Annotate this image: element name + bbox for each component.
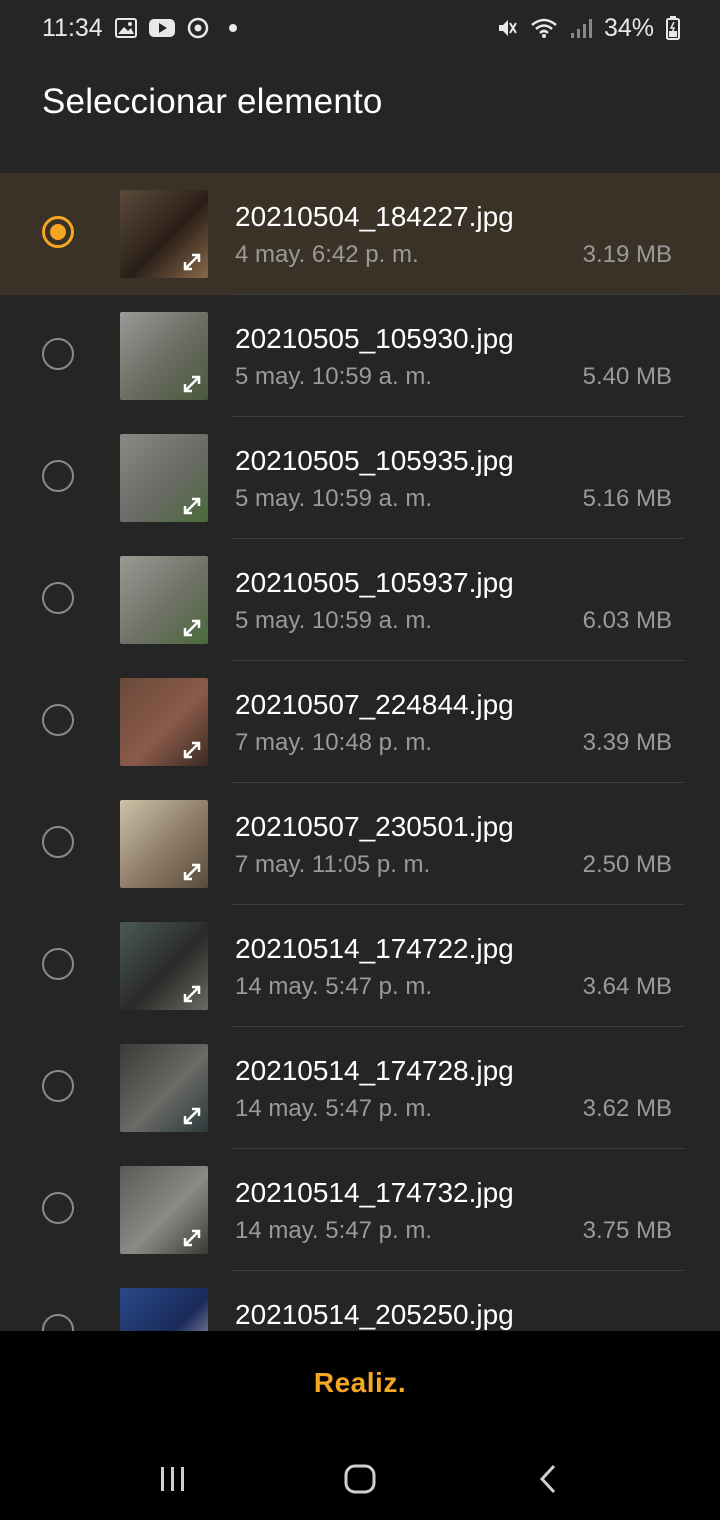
radio-button[interactable] bbox=[42, 216, 74, 248]
list-item[interactable]: 20210504_184227.jpg 4 may. 6:42 p. m. 3.… bbox=[0, 173, 720, 295]
file-name: 20210505_105935.jpg bbox=[235, 445, 514, 476]
image-thumbnail[interactable] bbox=[120, 922, 208, 1010]
radio-button[interactable] bbox=[42, 338, 74, 370]
file-name: 20210514_174728.jpg bbox=[235, 1055, 514, 1086]
list-item[interactable]: 20210514_205250.jpg bbox=[0, 1271, 720, 1331]
list-item[interactable]: 20210507_230501.jpg 7 may. 11:05 p. m. 2… bbox=[0, 783, 720, 905]
expand-icon[interactable] bbox=[180, 372, 204, 396]
navigation-bar bbox=[0, 1435, 720, 1520]
file-size: 3.39 MB bbox=[582, 729, 672, 756]
image-thumbnail[interactable] bbox=[120, 678, 208, 766]
radio-button[interactable] bbox=[42, 948, 74, 980]
file-size: 6.03 MB bbox=[582, 607, 672, 634]
notification-dot bbox=[228, 24, 237, 32]
file-date: 7 may. 11:05 p. m. bbox=[235, 851, 431, 878]
radio-button[interactable] bbox=[42, 1314, 74, 1331]
file-date: 14 may. 5:47 p. m. bbox=[235, 1217, 432, 1244]
list-item[interactable]: 20210505_105935.jpg 5 may. 10:59 a. m. 5… bbox=[0, 417, 720, 539]
action-bar: Realiz. bbox=[0, 1331, 720, 1435]
file-name: 20210505_105937.jpg bbox=[235, 567, 514, 598]
radio-button[interactable] bbox=[42, 1070, 74, 1102]
file-size: 3.62 MB bbox=[582, 1095, 672, 1122]
expand-icon[interactable] bbox=[180, 1104, 204, 1128]
battery-icon bbox=[666, 16, 680, 40]
image-thumbnail[interactable] bbox=[120, 800, 208, 888]
expand-icon[interactable] bbox=[180, 250, 204, 274]
file-name: 20210507_224844.jpg bbox=[235, 689, 514, 720]
expand-icon[interactable] bbox=[180, 616, 204, 640]
home-icon[interactable] bbox=[340, 1459, 380, 1499]
file-size: 2.50 MB bbox=[582, 851, 672, 878]
file-name: 20210514_174732.jpg bbox=[235, 1177, 514, 1208]
list-item[interactable]: 20210507_224844.jpg 7 may. 10:48 p. m. 3… bbox=[0, 661, 720, 783]
image-thumbnail[interactable] bbox=[120, 1044, 208, 1132]
radio-button[interactable] bbox=[42, 582, 74, 614]
list-item[interactable]: 20210514_174732.jpg 14 may. 5:47 p. m. 3… bbox=[0, 1149, 720, 1271]
clock: 11:34 bbox=[42, 13, 103, 42]
status-left: 11:34 bbox=[42, 14, 237, 43]
mute-icon bbox=[496, 17, 518, 39]
file-date: 7 may. 10:48 p. m. bbox=[235, 729, 432, 756]
file-date: 5 may. 10:59 a. m. bbox=[235, 485, 432, 512]
expand-icon[interactable] bbox=[180, 860, 204, 884]
radio-button[interactable] bbox=[42, 1192, 74, 1224]
image-thumbnail[interactable] bbox=[120, 312, 208, 400]
file-size: 3.75 MB bbox=[582, 1217, 672, 1244]
list-item[interactable]: 20210514_174722.jpg 14 may. 5:47 p. m. 3… bbox=[0, 905, 720, 1027]
file-list[interactable]: 20210504_184227.jpg 4 may. 6:42 p. m. 3.… bbox=[0, 173, 720, 1331]
file-date: 14 may. 5:47 p. m. bbox=[235, 1095, 432, 1122]
battery-percent: 34% bbox=[603, 13, 654, 42]
image-thumbnail[interactable] bbox=[120, 1288, 208, 1331]
page-title: Seleccionar elemento bbox=[42, 82, 383, 121]
back-icon[interactable] bbox=[528, 1459, 568, 1499]
radio-button[interactable] bbox=[42, 704, 74, 736]
list-item[interactable]: 20210505_105930.jpg 5 may. 10:59 a. m. 5… bbox=[0, 295, 720, 417]
file-name: 20210514_174722.jpg bbox=[235, 933, 514, 964]
expand-icon[interactable] bbox=[180, 1226, 204, 1250]
image-thumbnail[interactable] bbox=[120, 1166, 208, 1254]
expand-icon[interactable] bbox=[180, 738, 204, 762]
image-thumbnail[interactable] bbox=[120, 434, 208, 522]
expand-icon[interactable] bbox=[180, 982, 204, 1006]
file-size: 5.16 MB bbox=[582, 485, 672, 512]
file-name: 20210514_205250.jpg bbox=[235, 1299, 514, 1330]
file-name: 20210507_230501.jpg bbox=[235, 811, 514, 842]
list-item[interactable]: 20210505_105937.jpg 5 may. 10:59 a. m. 6… bbox=[0, 539, 720, 661]
radio-button[interactable] bbox=[42, 826, 74, 858]
image-thumbnail[interactable] bbox=[120, 556, 208, 644]
status-bar: 11:34 34% bbox=[0, 0, 720, 56]
file-date: 5 may. 10:59 a. m. bbox=[235, 363, 432, 390]
file-size: 3.19 MB bbox=[582, 241, 672, 268]
done-button[interactable]: Realiz. bbox=[314, 1367, 406, 1399]
file-date: 5 may. 10:59 a. m. bbox=[235, 607, 432, 634]
sync-icon bbox=[187, 17, 209, 39]
radio-button[interactable] bbox=[42, 460, 74, 492]
wifi-icon bbox=[530, 17, 558, 39]
recents-icon[interactable] bbox=[153, 1459, 193, 1499]
status-right: 34% bbox=[496, 14, 680, 43]
file-name: 20210505_105930.jpg bbox=[235, 323, 514, 354]
list-item[interactable]: 20210514_174728.jpg 14 may. 5:47 p. m. 3… bbox=[0, 1027, 720, 1149]
file-size: 3.64 MB bbox=[582, 973, 672, 1000]
file-date: 14 may. 5:47 p. m. bbox=[235, 973, 432, 1000]
youtube-icon bbox=[148, 18, 175, 38]
file-name: 20210504_184227.jpg bbox=[235, 201, 514, 232]
file-size: 5.40 MB bbox=[582, 363, 672, 390]
signal-icon bbox=[570, 17, 592, 39]
expand-icon[interactable] bbox=[180, 494, 204, 518]
file-date: 4 may. 6:42 p. m. bbox=[235, 241, 419, 268]
gallery-icon bbox=[114, 18, 137, 38]
image-thumbnail[interactable] bbox=[120, 190, 208, 278]
